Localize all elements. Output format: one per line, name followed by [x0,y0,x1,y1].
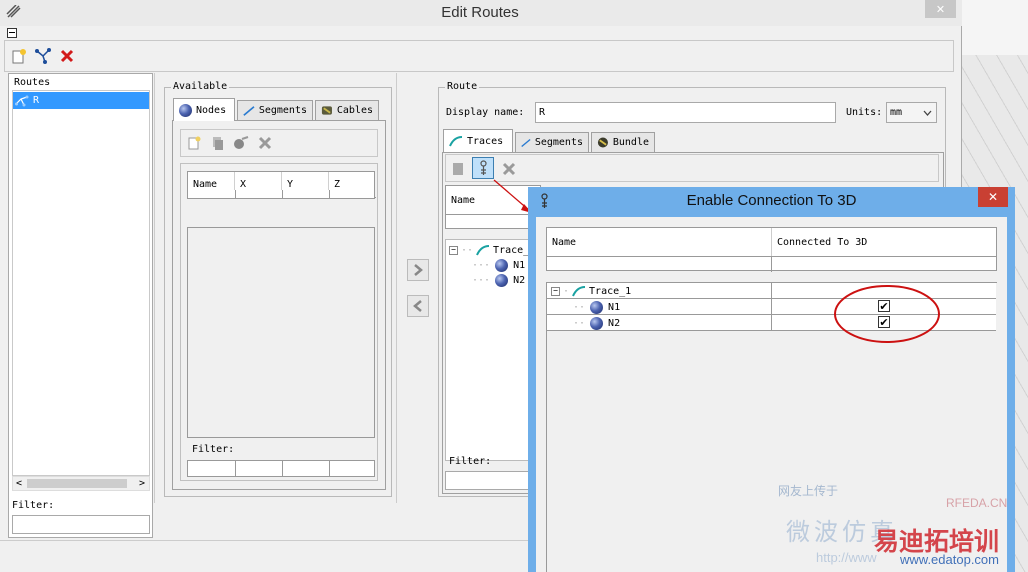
dialog-title: Enable Connection To 3D [686,192,857,209]
route-item-label: R [33,95,40,106]
dialog-col-name[interactable]: Name [552,237,576,248]
units-label: Units: [846,107,883,118]
splitter-right[interactable] [396,73,402,503]
dialog-trace-label: Trace_1 [589,285,632,297]
tab-segments-route-label: Segments [534,137,583,148]
tab-nodes[interactable]: Nodes [173,98,235,121]
tree-node-n2[interactable]: ··· N2 [472,273,525,288]
node-icon [495,259,509,272]
nodes-table: Name X Y Z Filter: [180,163,378,481]
route-nodes-icon[interactable] [35,48,51,67]
trace-icon-tree [476,245,490,256]
dialog-node-label: N2 [608,317,621,329]
traces-col-name[interactable]: Name [451,195,475,206]
bundle-icon [597,137,608,148]
available-legend: Available [171,81,230,92]
node-label: N2 [513,275,526,286]
routes-panel: Routes R < > Filter: [8,73,153,538]
routes-header: Routes [14,77,51,88]
available-tab-body: Name X Y Z Filter: [172,120,386,490]
dialog-close-button[interactable]: ✕ [978,187,1008,207]
main-toolbar [4,40,954,72]
display-name-input[interactable]: R [535,102,836,123]
tab-segments-label: Segments [258,105,307,116]
nodes-filter-label: Filter: [192,444,235,455]
desktop-top-strip [962,0,1028,55]
watermark-line3: http://www [816,550,877,565]
new-trace-icon[interactable] [452,161,465,176]
tab-cables[interactable]: Cables [315,100,379,120]
display-name-label: Display name: [446,107,525,118]
dialog-node-icon [590,316,604,330]
dialog-node-label: N1 [608,301,621,313]
splitter-left[interactable] [154,73,160,503]
copy-node-icon[interactable] [211,136,225,151]
trace-icon [449,136,463,147]
tab-traces[interactable]: Traces [443,129,513,152]
cable-icon [321,106,332,115]
dialog-node-icon [590,300,604,314]
delete-node-icon[interactable] [258,136,272,150]
delete-trace-icon[interactable] [502,162,516,176]
chevron-right-icon [414,264,423,276]
routes-filter-input[interactable] [12,515,150,534]
chevron-down-icon [923,110,932,116]
route-legend: Route [445,81,480,92]
route-item[interactable]: R [13,92,149,109]
dialog-col-connected[interactable]: Connected To 3D [777,237,867,248]
tab-cables-label: Cables [336,105,373,116]
display-name-value: R [539,107,546,118]
watermark: 网友上传于 RFEDA.CN 微波仿真 易迪拓培训 http://www www… [770,478,1028,572]
dialog-title-bar[interactable]: Enable Connection To 3D ✕ [528,187,1015,215]
dialog-table-header: Name Connected To 3D [546,227,997,272]
nodes-filter-row[interactable] [187,460,375,477]
watermark-line1: 网友上传于 [778,484,839,498]
route-filter-input[interactable] [445,471,541,490]
enable-connection-button[interactable] [472,157,494,179]
nodes-toolbar [180,129,378,157]
tab-traces-label: Traces [467,135,504,147]
window-close-button[interactable]: ✕ [925,0,956,18]
title-bar[interactable]: Edit Routes ✕ [0,0,962,26]
tab-bundle-label: Bundle [612,137,649,148]
new-route-icon[interactable] [11,48,27,67]
tab-segments-route[interactable]: Segments [515,132,589,152]
annotation-ellipse [834,285,940,343]
tab-bundle[interactable]: Bundle [591,132,655,152]
tab-segments-available[interactable]: Segments [237,100,313,120]
nodes-icon [179,103,192,117]
routes-filter-label: Filter: [12,500,55,511]
watermark-site-url: www.edatop.com [900,552,999,567]
dialog-trace-icon [572,286,586,297]
connection-pin-icon [480,160,487,175]
routes-list: R [12,90,150,476]
node-label: N1 [513,260,526,271]
collapse-toggle[interactable] [7,28,17,38]
routes-hscrollbar[interactable]: < > [12,476,150,491]
dialog-tree-collapse[interactable]: − [551,286,560,296]
tree-collapse-toggle[interactable]: − [449,245,458,255]
segment-icon [243,105,255,116]
route-filter-label: Filter: [449,456,492,467]
segment-icon-route [521,138,531,147]
tab-nodes-label: Nodes [196,104,227,116]
chevron-left-icon [413,300,422,312]
delete-route-icon[interactable] [59,48,75,67]
traces-tree: − ·· Trace_1 ··· N1 ··· N2 [445,239,541,461]
add-to-route-button[interactable] [407,259,429,281]
remove-from-route-button[interactable] [407,295,429,317]
node-icon [495,274,509,287]
watermark-brand: RFEDA.CN [946,496,1008,510]
tree-node-n1[interactable]: ··· N1 [472,258,525,273]
units-select[interactable]: mm [886,102,937,123]
trace-tree-row[interactable]: − ·· Trace_1 [449,242,535,258]
window-title: Edit Routes [441,4,519,21]
route-item-icon [15,95,29,106]
units-value: mm [890,107,903,118]
nodes-list [187,227,375,438]
new-node-icon[interactable] [188,136,202,151]
attach-node-icon[interactable] [233,136,249,151]
